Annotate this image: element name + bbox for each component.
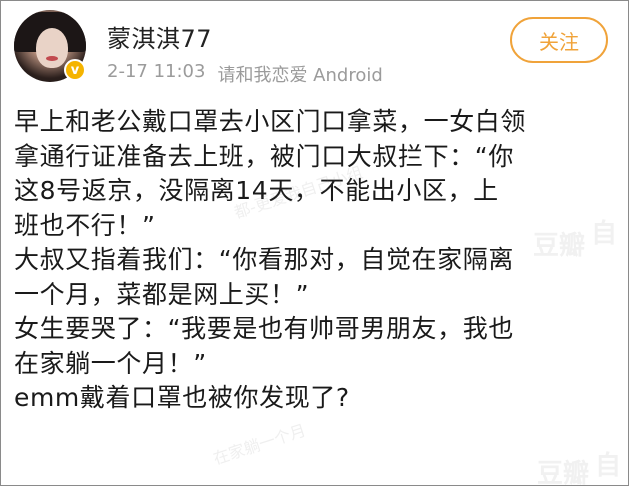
post-text-line: 一个月，菜都是网上买！” [14, 279, 310, 309]
avatar-lips [46, 56, 58, 61]
post-content: 早上和老公戴口罩去小区门口拿菜，一女白领 拿通行证准备去上班，被门口大叔拦下：“… [14, 105, 614, 416]
post-text-line: 大叔又指着我们：“你看那对，自觉在家隔离 [14, 245, 514, 274]
post-text-line: 拿通行证准备去上班，被门口大叔拦下：“你 [14, 141, 514, 171]
avatar-face [36, 28, 68, 68]
watermark-text: 在家躺一个月 [210, 420, 309, 469]
post-timestamp: 2-17 11:03 [107, 61, 206, 82]
watermark-logo: 豆瓣 [537, 459, 590, 486]
post-text-line: emm戴着口罩也被你发现了? [14, 383, 350, 412]
post-text-line: 女生要哭了：“我要是也有帅哥男朋友，我也 [14, 314, 514, 343]
post-text-line: 早上和老公戴口罩去小区门口拿菜，一女白领 [14, 107, 527, 136]
weibo-post-card: v 蒙淇淇77 2-17 11:03 请和我恋爱 Android 关注 早上和老… [0, 0, 629, 486]
post-text-line: 这8号返京，没隔离14天，不能出小区，上 [14, 176, 499, 205]
username[interactable]: 蒙淇淇77 [107, 19, 212, 54]
verified-badge-icon: v [64, 59, 86, 81]
watermark-logo: 自 [595, 451, 622, 481]
post-text-line: 在家躺一个月！” [14, 348, 207, 378]
post-source[interactable]: 请和我恋爱 Android [217, 61, 382, 87]
post-text-line: 班也不行！” [14, 210, 156, 240]
follow-button[interactable]: 关注 [510, 17, 608, 63]
post-meta: 2-17 11:03 请和我恋爱 Android [107, 61, 383, 87]
